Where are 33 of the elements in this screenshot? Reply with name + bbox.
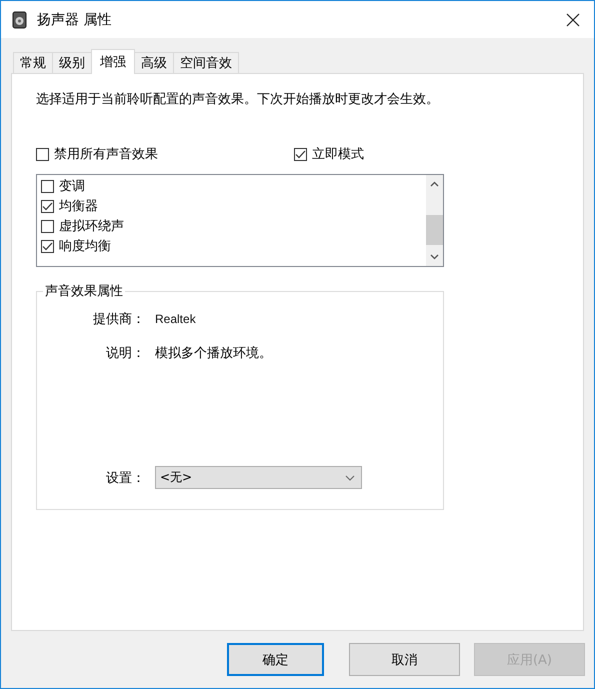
- scroll-thumb[interactable]: [426, 214, 443, 244]
- scrollbar[interactable]: [426, 175, 443, 266]
- description-text: 选择适用于当前聆听配置的声音效果。下次开始播放时更改才会生效。: [36, 92, 440, 108]
- dialog-button[interactable]: 取消: [349, 643, 460, 676]
- description-value: 模拟多个播放环境。: [155, 345, 272, 362]
- provider-value: Realtek: [155, 312, 196, 326]
- group-title: 声音效果属性: [44, 283, 124, 300]
- checkbox[interactable]: [294, 148, 307, 160]
- checkbox[interactable]: [41, 200, 54, 212]
- effect-label[interactable]: 变调: [59, 177, 85, 195]
- tab[interactable]: 常规: [13, 52, 53, 73]
- effect-label[interactable]: 均衡器: [59, 197, 98, 215]
- checkbox[interactable]: [36, 148, 49, 160]
- checkbox[interactable]: [41, 180, 54, 192]
- tab[interactable]: 空间音效: [173, 52, 239, 73]
- checkbox-label: 禁用所有声音效果: [54, 146, 158, 163]
- scroll-down-icon[interactable]: [430, 254, 439, 260]
- description-label: 说明：: [105, 345, 146, 362]
- checkbox[interactable]: [41, 220, 54, 232]
- window-title: 扬声器 属性: [37, 10, 112, 28]
- provider-label: 提供商：: [92, 311, 146, 328]
- tab[interactable]: 增强: [91, 49, 135, 74]
- settings-label: 设置：: [105, 470, 146, 486]
- effect-label[interactable]: 响度均衡: [59, 237, 111, 255]
- chevron-down-icon: [345, 474, 355, 480]
- scroll-up-icon[interactable]: [430, 181, 439, 187]
- speaker-icon: [12, 10, 28, 28]
- checkbox[interactable]: [41, 240, 54, 252]
- settings-dropdown[interactable]: <无>: [155, 466, 362, 489]
- checkbox-label: 立即模式: [312, 146, 364, 163]
- close-icon[interactable]: [566, 12, 580, 26]
- effect-label[interactable]: 虚拟环绕声: [59, 217, 124, 235]
- dialog-button[interactable]: 确定: [227, 643, 324, 676]
